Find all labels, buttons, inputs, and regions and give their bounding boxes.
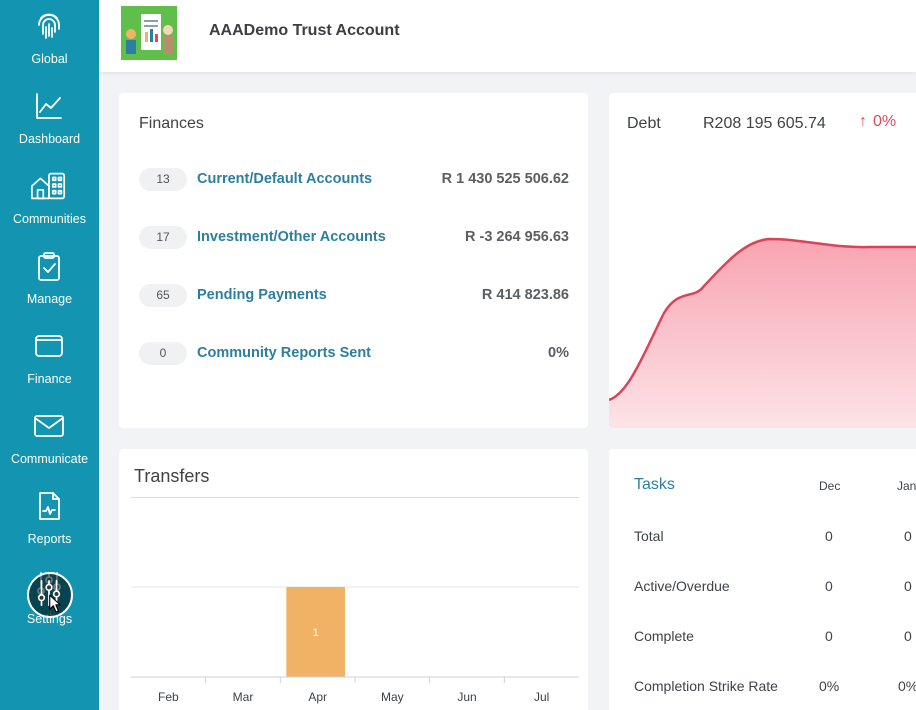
header: AAADemo Trust Account: [99, 0, 916, 72]
sidebar-item-label: Communicate: [10, 452, 89, 466]
envelope-icon: [34, 415, 64, 437]
row-label: Total: [634, 528, 664, 544]
row-label: Completion Strike Rate: [634, 678, 778, 694]
count-badge: 13: [139, 168, 187, 191]
account-logo: [121, 6, 177, 60]
table-cell: 0%: [898, 678, 916, 694]
list-item: 17 Investment/Other Accounts R -3 264 95…: [139, 226, 569, 250]
sidebar-item-label: Global: [31, 52, 68, 66]
table-cell: 0: [825, 578, 833, 594]
clipboard-check-icon: [38, 252, 60, 281]
report-icon: [39, 492, 60, 520]
sidebar-item-communicate[interactable]: Communicate: [0, 400, 99, 480]
tick-label: Feb: [158, 690, 179, 704]
column-header: Dec: [819, 479, 841, 493]
column-header: Jan: [897, 479, 916, 493]
sidebar-item-global[interactable]: Global: [0, 0, 99, 80]
sidebar-item-finance[interactable]: Finance: [0, 320, 99, 400]
sidebar-item-label: Finance: [27, 372, 72, 386]
sidebar-item-label: Reports: [27, 532, 72, 546]
community-icon: [31, 172, 66, 200]
finance-link[interactable]: Current/Default Accounts: [197, 171, 372, 187]
data-label: 1: [313, 627, 319, 639]
list-item: 0 Community Reports Sent 0%: [139, 342, 569, 366]
sidebar-item-reports[interactable]: Reports: [0, 480, 99, 560]
finance-link[interactable]: Pending Payments: [197, 287, 327, 303]
finances-card: Finances 13 Current/Default Accounts R 1…: [119, 93, 588, 428]
table-cell: 0: [904, 528, 912, 544]
table-cell: 0: [904, 628, 912, 644]
debt-trend-chart: [609, 237, 916, 428]
debt-card: Debt R208 195 605.74 ↑ 0%: [609, 93, 916, 428]
table-cell: 0: [825, 528, 833, 544]
transfers-card: Transfers 1 Feb Mar Apr May Jun Jul: [119, 449, 588, 710]
row-label: Complete: [634, 628, 694, 644]
finance-link[interactable]: Investment/Other Accounts: [197, 229, 386, 245]
list-item: 13 Current/Default Accounts R 1 430 525 …: [139, 168, 569, 192]
table-cell: 0: [825, 628, 833, 644]
cursor-icon: [49, 594, 61, 613]
tasks-card: Tasks Dec Jan Total 0 0 Active/Overdue 0…: [609, 449, 916, 710]
tick-label: Mar: [233, 690, 254, 704]
finance-value: R -3 264 956.63: [465, 229, 569, 245]
finance-value: R 1 430 525 506.62: [441, 171, 569, 187]
finances-title: Finances: [139, 115, 204, 132]
sidebar-item-dashboard[interactable]: Dashboard: [0, 80, 99, 160]
line-chart-icon: [36, 93, 62, 119]
wallet-icon: [35, 335, 63, 357]
page-title: AAADemo Trust Account: [209, 22, 400, 39]
fingerprint-icon: [38, 13, 60, 39]
tick-label: Jul: [534, 690, 549, 704]
count-badge: 0: [139, 342, 187, 365]
finance-link[interactable]: Community Reports Sent: [197, 345, 371, 361]
transfers-chart: 1 Feb Mar Apr May Jun Jul: [131, 586, 579, 704]
list-item: 65 Pending Payments R 414 823.86: [139, 284, 569, 308]
sidebar-item-label: Manage: [26, 292, 73, 306]
finance-value: R 414 823.86: [481, 287, 569, 303]
table-cell: 0%: [819, 678, 840, 694]
tick-label: Apr: [308, 690, 327, 704]
sidebar: Global Dashboard Communities Manage Fina…: [0, 0, 99, 710]
tasks-title: Tasks: [634, 476, 675, 493]
tick-label: Jun: [457, 690, 476, 704]
row-label: Active/Overdue: [634, 578, 730, 594]
table-cell: 0: [904, 578, 912, 594]
tick-label: May: [381, 690, 404, 704]
count-badge: 17: [139, 226, 187, 249]
sidebar-item-communities[interactable]: Communities: [0, 160, 99, 240]
sidebar-item-label: Dashboard: [18, 132, 81, 146]
sidebar-item-label: Communities: [13, 212, 86, 226]
sidebar-item-manage[interactable]: Manage: [0, 240, 99, 320]
finance-value: 0%: [548, 345, 569, 361]
count-badge: 65: [139, 284, 187, 307]
